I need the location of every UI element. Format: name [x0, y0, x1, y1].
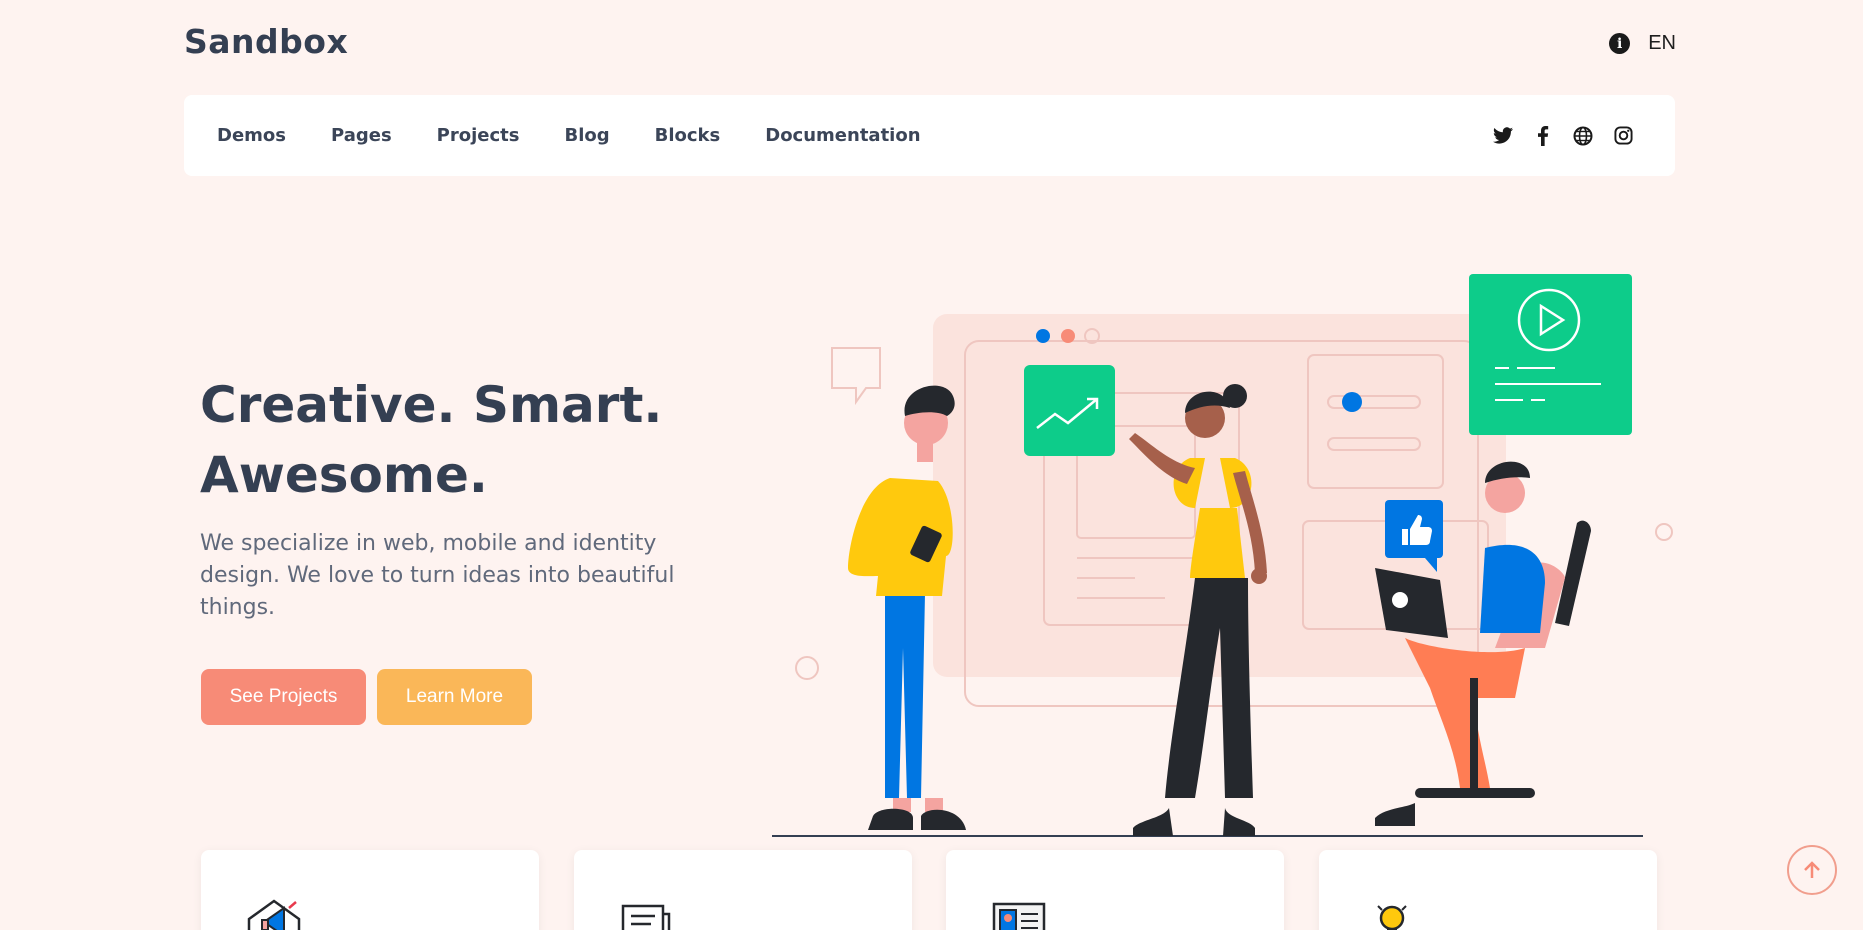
- megaphone-icon: [247, 899, 301, 930]
- hero-description: We specialize in web, mobile and identit…: [200, 531, 675, 620]
- feature-card-1: [201, 850, 539, 930]
- hero-title-line1: Creative. Smart.: [200, 376, 663, 434]
- social-links: [1493, 125, 1633, 146]
- chat-icon: [621, 904, 671, 930]
- nav-link-blog[interactable]: Blog: [564, 125, 609, 146]
- learn-more-button[interactable]: Learn More: [377, 669, 532, 725]
- main-navigation: Demos Pages Projects Blog Blocks Documen…: [184, 95, 1675, 176]
- globe-icon[interactable]: [1573, 126, 1593, 146]
- info-icon[interactable]: i: [1609, 33, 1631, 54]
- twitter-icon[interactable]: [1493, 126, 1513, 146]
- hero-title: Creative. Smart. Awesome.: [200, 370, 662, 510]
- nav-links: Demos Pages Projects Blog Blocks Documen…: [217, 125, 921, 146]
- see-projects-button[interactable]: See Projects: [201, 669, 366, 725]
- nav-link-documentation[interactable]: Documentation: [765, 125, 920, 146]
- feature-card-3: [946, 850, 1284, 930]
- logo[interactable]: Sandbox: [184, 22, 348, 61]
- language-selector[interactable]: EN: [1648, 32, 1676, 55]
- lightbulb-icon: [1377, 905, 1407, 930]
- hero-illustration: [772, 274, 1673, 837]
- id-card-icon: [992, 902, 1046, 930]
- nav-link-blocks[interactable]: Blocks: [655, 125, 721, 146]
- scroll-to-top-button[interactable]: [1787, 845, 1837, 895]
- nav-link-demos[interactable]: Demos: [217, 125, 286, 146]
- nav-link-projects[interactable]: Projects: [437, 125, 520, 146]
- hero-title-line2: Awesome.: [200, 446, 488, 504]
- arrow-up-icon: [1804, 861, 1820, 878]
- nav-link-pages[interactable]: Pages: [331, 125, 392, 146]
- feature-card-2: [574, 850, 912, 930]
- feature-card-4: [1319, 850, 1657, 930]
- facebook-icon[interactable]: [1533, 125, 1553, 146]
- instagram-icon[interactable]: [1613, 126, 1633, 146]
- topbar-right: i EN: [1609, 32, 1676, 55]
